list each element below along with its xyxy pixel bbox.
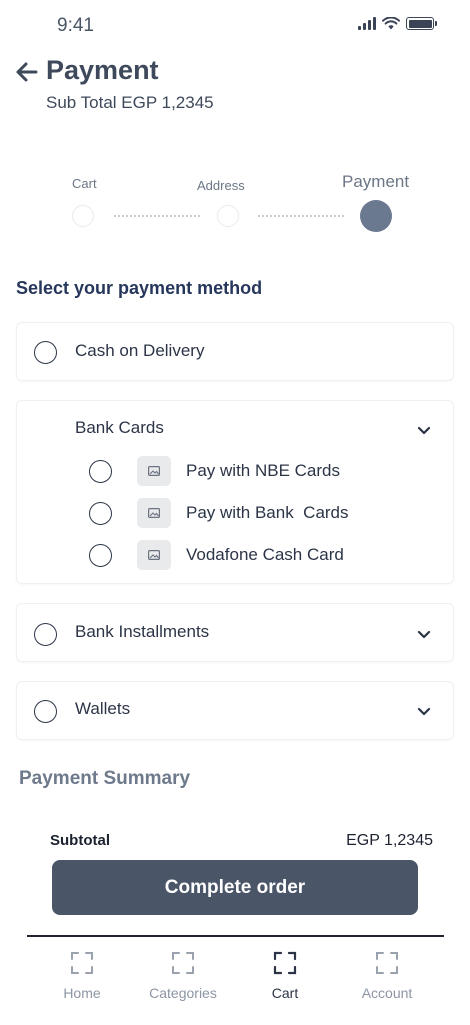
page-title: Payment bbox=[46, 55, 159, 85]
radio-installments[interactable] bbox=[34, 623, 57, 646]
status-time: 9:41 bbox=[57, 15, 94, 36]
step-circle-cart bbox=[72, 205, 94, 227]
cellular-signal-icon bbox=[358, 17, 376, 30]
bottom-tab-bar: Home Categories Cart Account bbox=[0, 935, 470, 1025]
payment-option-installments[interactable]: Bank Installments bbox=[16, 603, 454, 662]
image-icon bbox=[137, 540, 171, 570]
tab-account[interactable]: Account bbox=[342, 951, 432, 1011]
image-icon bbox=[137, 456, 171, 486]
wallets-label: Wallets bbox=[75, 699, 131, 718]
chevron-up-down-icon[interactable] bbox=[416, 422, 432, 438]
cash-label: Cash on Delivery bbox=[75, 341, 205, 360]
payment-option-wallets[interactable]: Wallets bbox=[16, 681, 454, 740]
chevron-down-icon[interactable] bbox=[416, 703, 432, 719]
chevron-down-icon[interactable] bbox=[416, 626, 432, 642]
step-label-payment: Payment bbox=[342, 172, 410, 191]
tab-label: Home bbox=[63, 985, 101, 1001]
payment-method-title: Select your payment method bbox=[16, 278, 263, 298]
checkout-stepper: Cart Address Payment bbox=[0, 170, 470, 240]
step-connector bbox=[114, 215, 200, 217]
summary-row-subtotal: Subtotal EGP 1,2345 bbox=[50, 832, 433, 852]
scan-frame-icon bbox=[376, 952, 398, 974]
tab-categories[interactable]: Categories bbox=[138, 951, 228, 1011]
header-subtotal: Sub Total EGP 1,2345 bbox=[46, 93, 214, 112]
bank-cards-label: Bank Cards bbox=[75, 418, 164, 437]
tab-label: Categories bbox=[149, 985, 217, 1001]
tab-home[interactable]: Home bbox=[37, 951, 127, 1011]
option-label: Vodafone Cash Card bbox=[186, 545, 344, 564]
installments-label: Bank Installments bbox=[75, 622, 210, 641]
step-label-address: Address bbox=[197, 178, 245, 193]
radio-cash[interactable] bbox=[34, 341, 57, 364]
payment-option-bank-cards: Bank Cards Pay with NBE Cards Pay with B… bbox=[16, 400, 454, 584]
option-label: Pay with NBE Cards bbox=[186, 461, 340, 480]
scan-frame-icon bbox=[273, 951, 297, 975]
step-connector bbox=[258, 215, 344, 217]
radio-bank[interactable] bbox=[89, 502, 112, 525]
payment-option-cash[interactable]: Cash on Delivery bbox=[16, 322, 454, 381]
tab-label: Cart bbox=[271, 985, 299, 1001]
tab-cart[interactable]: Cart bbox=[240, 951, 330, 1011]
step-circle-payment bbox=[360, 200, 392, 232]
radio-wallets[interactable] bbox=[34, 700, 57, 723]
step-label-cart: Cart bbox=[72, 176, 97, 191]
summary-subtotal-label: Subtotal bbox=[50, 832, 110, 849]
step-circle-address bbox=[217, 205, 239, 227]
back-arrow-icon[interactable] bbox=[14, 59, 40, 85]
scan-frame-icon bbox=[71, 952, 93, 974]
status-bar: 9:41 bbox=[0, 0, 470, 52]
option-label: Pay with Bank Cards bbox=[186, 503, 349, 522]
radio-vodafone[interactable] bbox=[89, 544, 112, 567]
scan-frame-icon bbox=[172, 952, 194, 974]
image-icon bbox=[137, 498, 171, 528]
wifi-icon bbox=[382, 17, 400, 30]
tabbar-divider bbox=[27, 935, 444, 937]
status-icons bbox=[358, 17, 437, 30]
complete-order-button[interactable]: Complete order bbox=[52, 860, 418, 915]
summary-subtotal-value: EGP 1,2345 bbox=[346, 832, 433, 849]
payment-summary-title: Payment Summary bbox=[19, 768, 191, 789]
tab-label: Account bbox=[361, 985, 413, 1001]
battery-icon bbox=[406, 17, 437, 30]
radio-nbe[interactable] bbox=[89, 460, 112, 483]
